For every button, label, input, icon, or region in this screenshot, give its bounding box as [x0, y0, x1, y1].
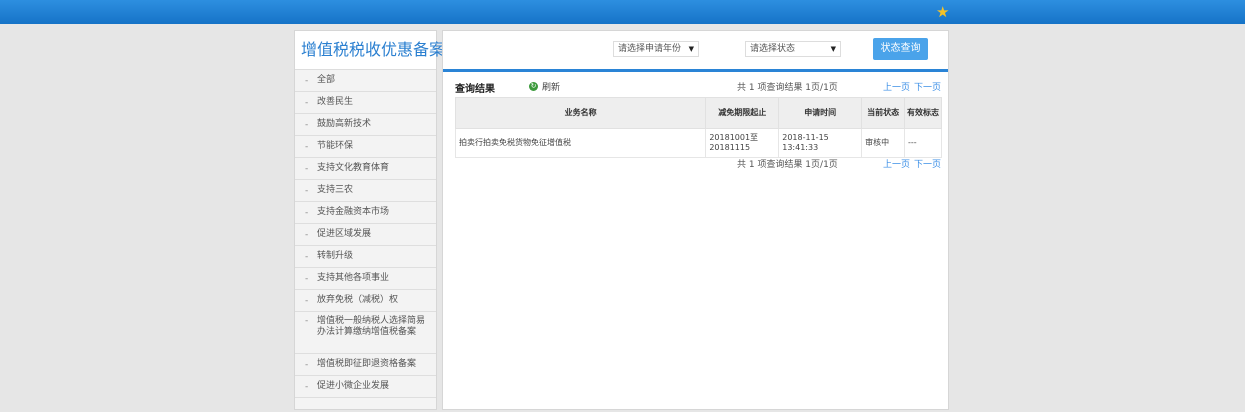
- next-page-link[interactable]: 下一页: [914, 160, 941, 170]
- table-row[interactable]: 拍卖行拍卖免税货物免征增值税 20181001至20181115 2018-11…: [454, 128, 942, 158]
- col-header-applied: 申请时间: [778, 97, 863, 129]
- refresh-icon: ↻: [529, 82, 538, 91]
- chevron-down-icon: ▼: [830, 45, 836, 53]
- result-toolbar: 查询结果 ↻ 刷新 共 1 项查询结果 1页/1页 上一页 下一页: [455, 80, 941, 95]
- status-query-button[interactable]: 状态查询: [873, 38, 928, 60]
- star-icon[interactable]: ★: [936, 3, 949, 21]
- chevron-down-icon: ▼: [688, 45, 694, 53]
- sidebar-item-region[interactable]: - 促进区域发展: [295, 224, 436, 246]
- cell-name: 拍卖行拍卖免税货物免征增值税: [454, 128, 707, 158]
- col-header-period: 减免期限起止: [705, 97, 780, 129]
- sidebar-item-culture[interactable]: - 支持文化教育体育: [295, 158, 436, 180]
- top-bar: ★: [0, 0, 1245, 24]
- results-summary: 共 1 项查询结果 1页/1页: [737, 83, 838, 93]
- cell-period: 20181001至20181115: [705, 128, 780, 158]
- prev-page-link[interactable]: 上一页: [883, 83, 910, 93]
- sidebar-item-agriculture[interactable]: - 支持三农: [295, 180, 436, 202]
- sidebar-item-hightech[interactable]: - 鼓励高新技术: [295, 114, 436, 136]
- sidebar-title: 增值税税收优惠备案: [295, 31, 445, 70]
- results-table: 业务名称 减免期限起止 申请时间 当前状态 有效标志 拍卖行拍卖免税货物免征增值…: [454, 97, 942, 158]
- main-panel: 请选择申请年份 ▼ 请选择状态 ▼ 状态查询 查询结果 ↻ 刷新 共 1 项查询…: [442, 30, 949, 410]
- year-select-value: 请选择申请年份: [618, 44, 682, 54]
- sidebar-item-upgrade[interactable]: - 转制升级: [295, 246, 436, 268]
- sidebar-item-refund[interactable]: - 增值税即征即退资格备案: [295, 354, 436, 376]
- status-select[interactable]: 请选择状态 ▼: [745, 41, 841, 57]
- cell-applied: 2018-11-15 13:41:33: [778, 128, 863, 158]
- results-title: 查询结果: [455, 84, 495, 95]
- sidebar-item-livelihood[interactable]: - 改善民生: [295, 92, 436, 114]
- sidebar-item-other[interactable]: - 支持其他各项事业: [295, 268, 436, 290]
- col-header-flag: 有效标志: [904, 97, 942, 129]
- sidebar: 增值税税收优惠备案 - 全部 - 改善民生 - 鼓励高新技术 - 节能环保 - 支持文化教…: [294, 30, 445, 410]
- refresh-button[interactable]: ↻ 刷新: [529, 80, 560, 93]
- sidebar-item-simplified[interactable]: - 增值税一般纳税人选择简易办法计算缴纳增值税备案: [295, 312, 436, 354]
- sidebar-item-waive[interactable]: - 放弃免税（减税）权: [295, 290, 436, 312]
- status-select-value: 请选择状态: [750, 44, 796, 54]
- bottom-pager-bar: 共 1 项查询结果 1页/1页 上一页 下一页: [455, 157, 941, 171]
- next-page-link[interactable]: 下一页: [914, 83, 941, 93]
- table-header-row: 业务名称 减免期限起止 申请时间 当前状态 有效标志: [454, 97, 942, 129]
- sidebar-item-all[interactable]: - 全部: [295, 70, 436, 92]
- cell-status: 审核中: [861, 128, 906, 158]
- sidebar-item-smallbiz[interactable]: - 促进小微企业发展: [295, 376, 436, 398]
- results-summary-bottom: 共 1 项查询结果 1页/1页: [737, 160, 838, 170]
- year-select[interactable]: 请选择申请年份 ▼: [613, 41, 699, 57]
- pager-bottom: 上一页 下一页: [879, 157, 941, 170]
- col-header-name: 业务名称: [454, 97, 707, 129]
- sidebar-item-finance[interactable]: - 支持金融资本市场: [295, 202, 436, 224]
- pager: 上一页 下一页: [879, 80, 941, 93]
- prev-page-link[interactable]: 上一页: [883, 160, 910, 170]
- filter-bar: 请选择申请年份 ▼ 请选择状态 ▼ 状态查询: [443, 31, 948, 72]
- sidebar-item-energy[interactable]: - 节能环保: [295, 136, 436, 158]
- refresh-label: 刷新: [542, 83, 561, 93]
- cell-flag: ---: [904, 128, 942, 158]
- col-header-status: 当前状态: [861, 97, 906, 129]
